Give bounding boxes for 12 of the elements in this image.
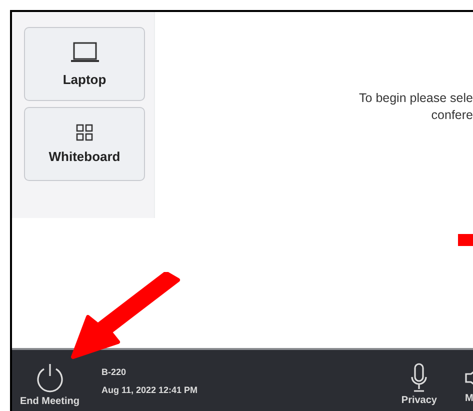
laptop-icon — [70, 42, 100, 64]
source-button[interactable]: Laptop — [24, 27, 145, 101]
room-name: B-220 — [101, 366, 127, 376]
end-meeting-button[interactable]: End Meeting — [20, 354, 80, 407]
control-button[interactable]: M — [465, 357, 473, 404]
instruction-text: confere — [431, 107, 473, 124]
grid-icon — [76, 124, 93, 141]
instruction-text: To begin please sele — [359, 90, 473, 107]
source-button[interactable]: Whiteboard — [24, 107, 145, 181]
microphone-icon — [410, 363, 428, 393]
date-time: Aug 11, 2022 12:41 PM — [101, 384, 199, 394]
control-button[interactable]: Privacy — [401, 355, 437, 406]
